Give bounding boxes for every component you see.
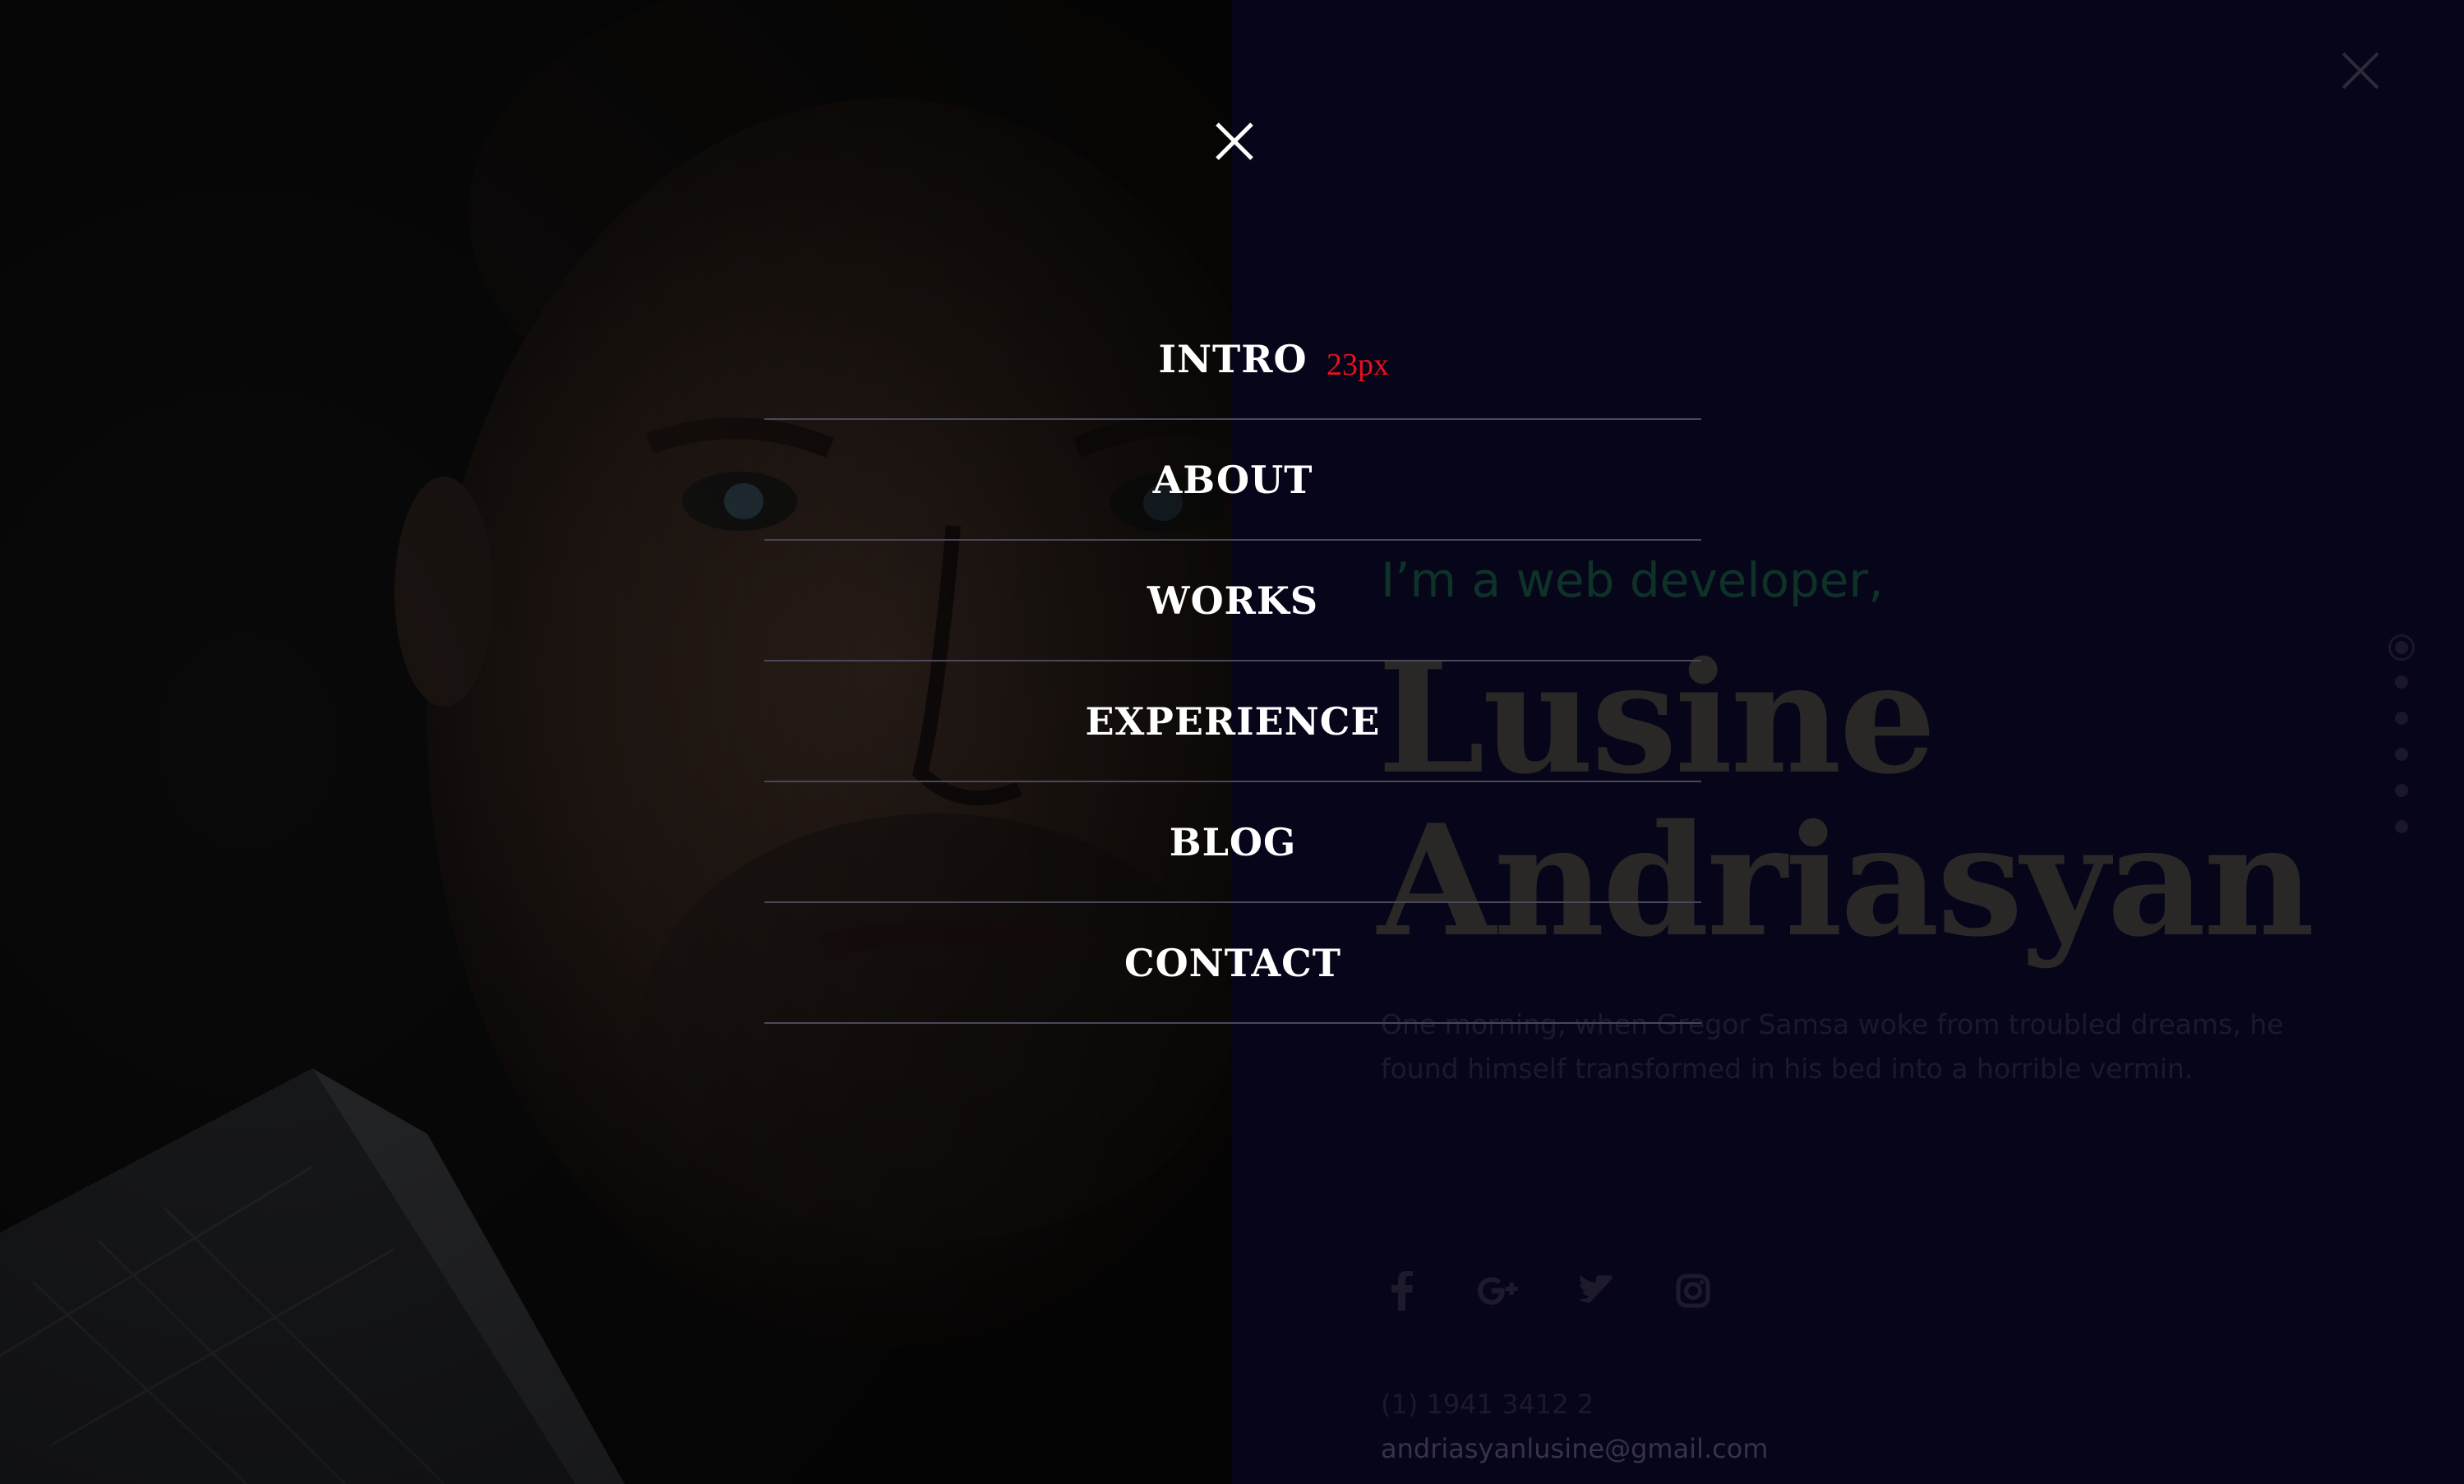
menu-item-works[interactable]: WORKS (764, 541, 1701, 661)
dot-nav-item-6[interactable] (2395, 820, 2408, 833)
dot-nav-item-3[interactable] (2395, 712, 2408, 725)
menu-item-blog[interactable]: BLOG (764, 782, 1701, 903)
facebook-icon[interactable] (1381, 1270, 1423, 1312)
size-annotation: 23px (1327, 348, 1389, 382)
menu-item-label: EXPERIENCE (1085, 698, 1381, 744)
menu-item-contact[interactable]: CONTACT (764, 903, 1701, 1024)
menu-item-experience[interactable]: EXPERIENCE (764, 661, 1701, 782)
social-links (1381, 1270, 1714, 1312)
dot-nav-item-1[interactable] (2388, 634, 2415, 661)
contact-email-link[interactable]: andriasyanlusine@gmail.com (1381, 1433, 1768, 1464)
menu-item-label: BLOG (1169, 819, 1297, 864)
close-icon[interactable] (2341, 51, 2380, 90)
menu-item-label: INTRO (1158, 336, 1308, 381)
menu-item-label: WORKS (1147, 578, 1319, 623)
main-menu: INTRO 23px ABOUT WORKS EXPERIENCE BLOG C… (764, 299, 1701, 1024)
google-plus-icon[interactable] (1478, 1270, 1520, 1312)
menu-item-label: ABOUT (1152, 457, 1313, 502)
dot-nav-item-4[interactable] (2395, 748, 2408, 761)
page: I’m a web developer, Lusine Andriasyan O… (0, 0, 2464, 1484)
section-dot-nav (2385, 634, 2418, 856)
dot-nav-item-2[interactable] (2395, 675, 2408, 689)
twitter-icon[interactable] (1575, 1270, 1617, 1312)
menu-item-label: CONTACT (1124, 940, 1341, 985)
menu-close-icon[interactable] (1215, 122, 1254, 161)
menu-item-about[interactable]: ABOUT (764, 420, 1701, 541)
contact-phone: (1) 1941 3412 2 (1381, 1389, 1594, 1420)
instagram-icon[interactable] (1672, 1270, 1714, 1312)
menu-item-intro[interactable]: INTRO 23px (764, 299, 1701, 420)
dot-nav-item-5[interactable] (2395, 784, 2408, 797)
